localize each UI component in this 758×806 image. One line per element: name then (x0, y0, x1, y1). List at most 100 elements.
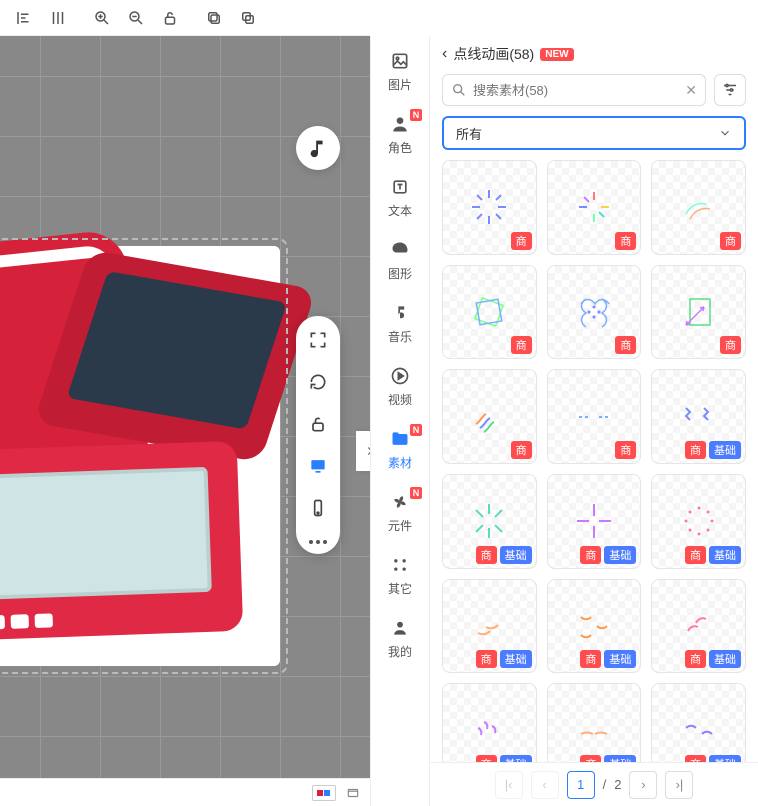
asset-item[interactable]: 商基础 (442, 579, 537, 674)
device-illustration (0, 246, 280, 666)
grid-icon (389, 554, 411, 576)
filter-icon (721, 81, 739, 99)
search-box[interactable]: ✕ (442, 74, 706, 106)
person-icon (389, 113, 411, 135)
category-mine[interactable]: 我的 (376, 617, 424, 660)
paste-button[interactable] (232, 2, 264, 34)
color-swatch-button[interactable] (312, 785, 336, 801)
pager-prev-button[interactable]: ‹ (531, 771, 559, 799)
category-material[interactable]: N素材 (376, 428, 424, 471)
asset-item[interactable]: 商 (651, 265, 746, 360)
category-component[interactable]: N元件 (376, 491, 424, 534)
asset-item[interactable]: 商 (442, 160, 537, 255)
category-select-wrap: 所有 (430, 112, 758, 160)
asset-item[interactable]: 商 (547, 369, 642, 464)
asset-item[interactable]: 商 (547, 160, 642, 255)
asset-item[interactable]: 商 (442, 265, 537, 360)
fullscreen-button[interactable] (304, 326, 332, 354)
category-text[interactable]: 文本 (376, 176, 424, 219)
asset-tag: 商 (511, 232, 532, 250)
category-label: 其它 (388, 580, 412, 597)
asset-tag: 商 (685, 755, 706, 762)
asset-tag: 基础 (709, 441, 741, 459)
category-music[interactable]: 音乐 (376, 302, 424, 345)
desktop-view-button[interactable] (304, 452, 332, 480)
clear-search-button[interactable]: ✕ (685, 82, 697, 99)
asset-item[interactable]: 商基础 (651, 369, 746, 464)
back-button[interactable]: ‹ (442, 45, 447, 63)
panel-expand-handle[interactable] (356, 431, 370, 471)
asset-tag: 商 (615, 232, 636, 250)
chevron-right-icon (363, 444, 370, 458)
pager-first-button[interactable]: |‹ (495, 771, 523, 799)
asset-preview (548, 684, 641, 762)
window-icon[interactable] (346, 786, 360, 800)
asset-item[interactable]: 商基础 (442, 683, 537, 762)
category-select[interactable]: 所有 (442, 116, 746, 150)
panel-header: ‹ 点线动画(58) NEW (430, 36, 758, 68)
asset-tag: 商 (511, 336, 532, 354)
asset-tag: 基础 (709, 546, 741, 564)
new-badge: NEW (540, 48, 573, 61)
asset-panel: ‹ 点线动画(58) NEW ✕ 所有 (430, 36, 758, 806)
asset-tag: 基础 (604, 755, 636, 762)
music-note-icon (307, 137, 329, 159)
asset-tag: 基础 (709, 650, 741, 668)
asset-tag: 商 (720, 336, 741, 354)
asset-tag: 商 (476, 650, 497, 668)
asset-item[interactable]: 商 (547, 265, 642, 360)
artboard-selection[interactable] (0, 246, 280, 666)
category-other[interactable]: 其它 (376, 554, 424, 597)
asset-tag: 商 (615, 441, 636, 459)
asset-tag: 基础 (500, 650, 532, 668)
pager-next-button[interactable]: › (629, 771, 657, 799)
filter-button[interactable] (714, 74, 746, 106)
category-select-value: 所有 (456, 124, 482, 143)
category-label: 角色 (388, 139, 412, 156)
asset-item[interactable]: 商基础 (547, 579, 642, 674)
asset-item[interactable]: 商基础 (651, 579, 746, 674)
category-label: 我的 (388, 643, 412, 660)
align-distribute-button[interactable] (42, 2, 74, 34)
folder-icon (389, 428, 411, 450)
category-label: 文本 (388, 202, 412, 219)
asset-item[interactable]: 商基础 (547, 474, 642, 569)
asset-tag: 基础 (500, 546, 532, 564)
search-input[interactable] (473, 83, 679, 98)
zoom-out-button[interactable] (120, 2, 152, 34)
category-shape[interactable]: 图形 (376, 239, 424, 282)
zoom-in-button[interactable] (86, 2, 118, 34)
assets-scroll[interactable]: 商商商商商商商商商基础商基础商基础商基础商基础商基础商基础商基础商基础商基础商基… (430, 160, 758, 762)
asset-item[interactable]: 商基础 (547, 683, 642, 762)
asset-item[interactable]: 商基础 (651, 474, 746, 569)
rotate-button[interactable] (304, 368, 332, 396)
lock-button[interactable] (154, 2, 186, 34)
canvas-area[interactable] (0, 36, 370, 806)
unlock-button[interactable] (304, 410, 332, 438)
category-image[interactable]: 图片 (376, 50, 424, 93)
asset-tag: 商 (685, 546, 706, 564)
asset-item[interactable]: 商 (651, 160, 746, 255)
more-dots-icon[interactable] (309, 536, 327, 544)
asset-item[interactable]: 商基础 (651, 683, 746, 762)
pager-last-button[interactable]: ›| (665, 771, 693, 799)
category-sidebar: 图片N角色文本图形音乐视频N素材N元件其它我的 (370, 36, 430, 806)
category-role[interactable]: N角色 (376, 113, 424, 156)
new-badge-icon: N (410, 487, 422, 499)
asset-tag: 商 (615, 336, 636, 354)
asset-tag: 商 (476, 546, 497, 564)
asset-tag: 基础 (604, 546, 636, 564)
asset-tag: 商 (511, 441, 532, 459)
asset-item[interactable]: 商 (442, 369, 537, 464)
copy-button[interactable] (198, 2, 230, 34)
canvas-status-bar (0, 778, 370, 806)
search-row: ✕ (430, 68, 758, 112)
shape-icon (389, 239, 411, 261)
asset-tag: 商 (580, 546, 601, 564)
mobile-view-button[interactable] (304, 494, 332, 522)
asset-item[interactable]: 商基础 (442, 474, 537, 569)
category-video[interactable]: 视频 (376, 365, 424, 408)
category-label: 音乐 (388, 328, 412, 345)
music-fab-button[interactable] (296, 126, 340, 170)
align-left-button[interactable] (8, 2, 40, 34)
